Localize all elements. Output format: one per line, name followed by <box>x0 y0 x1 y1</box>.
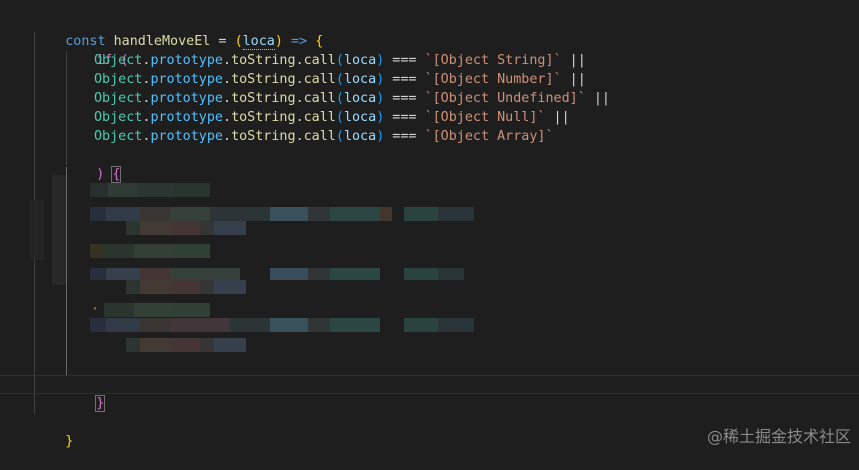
close-brace-matched: } <box>95 395 106 412</box>
stray-tick: ' <box>92 306 99 317</box>
code-line-fn-close: } <box>33 413 73 449</box>
watermark-text: @稀土掘金技术社区 <box>706 427 851 446</box>
code-line-if-close: } <box>64 375 106 412</box>
redacted-code-block <box>30 175 474 352</box>
close-brace: } <box>65 434 74 449</box>
code-editor[interactable]: const handleMoveEl = (loca) => { if ( Ob… <box>0 0 859 455</box>
